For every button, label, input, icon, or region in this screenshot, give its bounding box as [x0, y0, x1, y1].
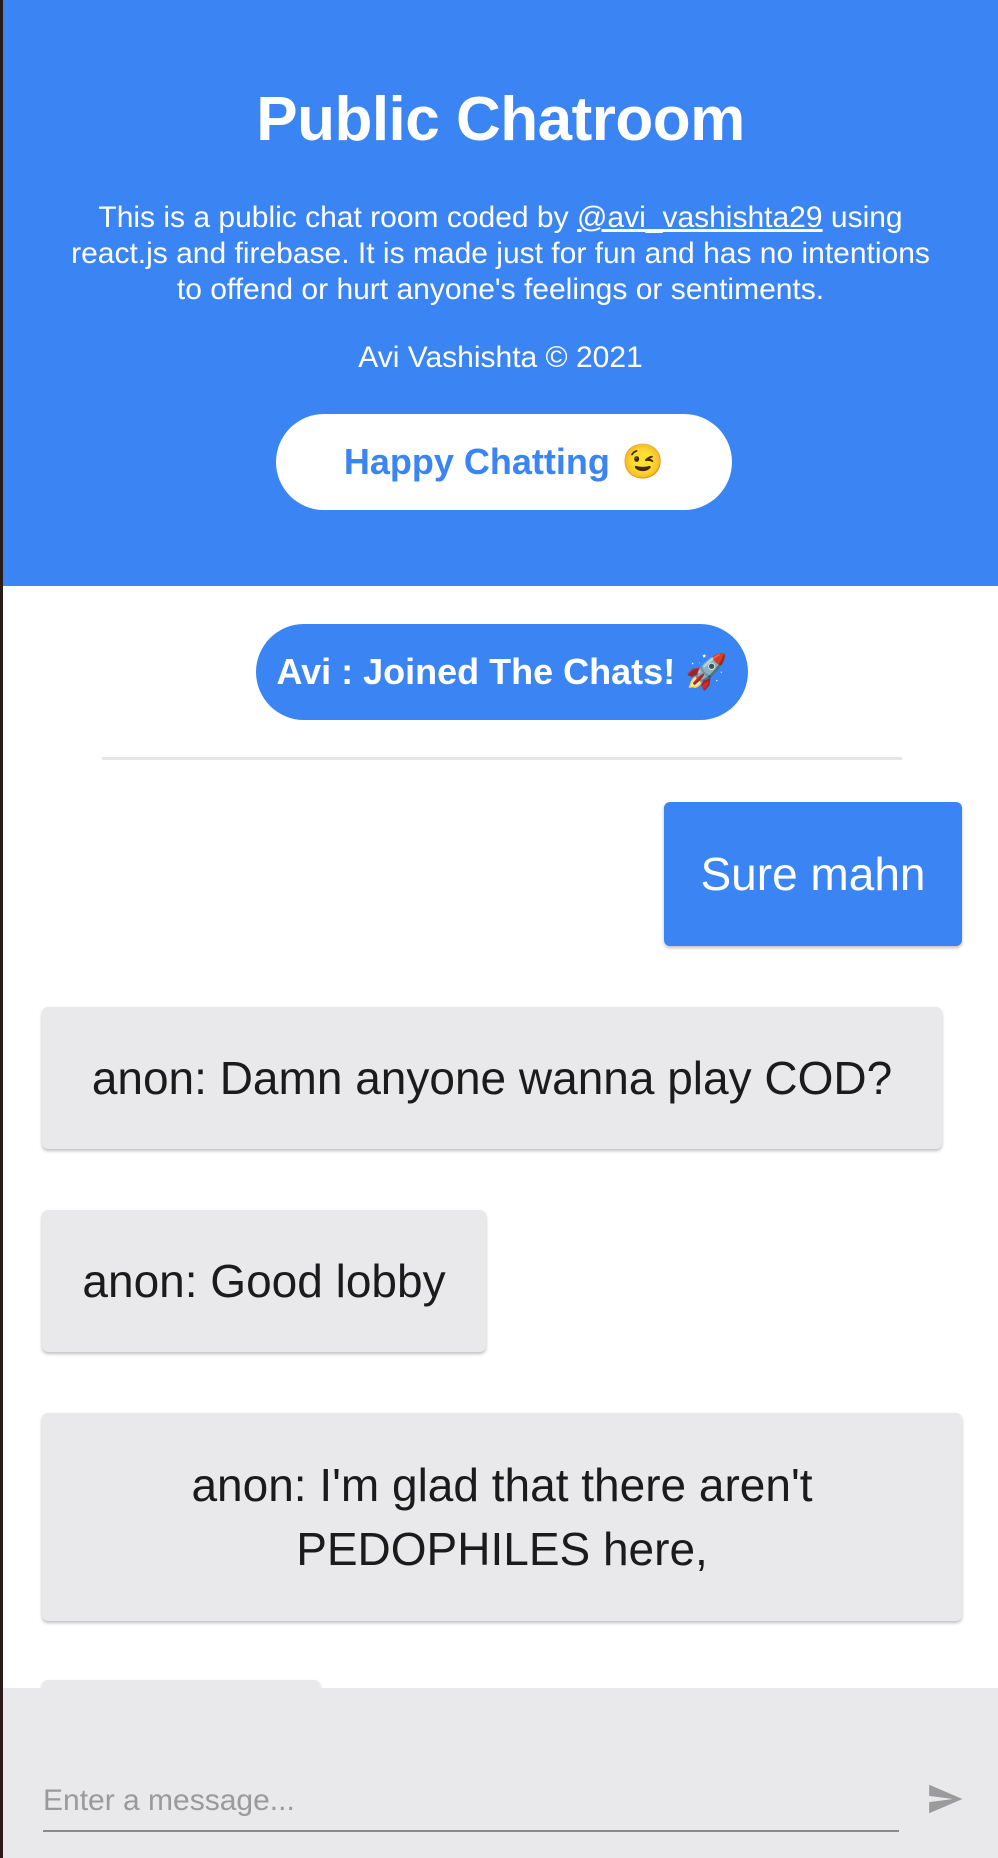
send-icon: [929, 1784, 963, 1814]
wink-emoji-icon: 😉: [621, 443, 665, 481]
joined-label: Avi : Joined The Chats!: [276, 651, 676, 692]
message-bubble-other: anon: I'm glad that there aren't PEDOPHI…: [42, 1413, 962, 1621]
happy-chatting-button[interactable]: Happy Chatting 😉: [276, 414, 732, 510]
happy-chatting-label: Happy Chatting: [343, 441, 610, 482]
message-bubble-self: Sure mahn: [664, 802, 962, 946]
send-button[interactable]: [919, 1774, 971, 1824]
header-description: This is a public chat room coded by @avi…: [63, 200, 938, 308]
joined-notice: Avi : Joined The Chats! 🚀: [256, 624, 748, 720]
author-link[interactable]: @avi_vashishta29: [577, 201, 823, 234]
message-input[interactable]: [43, 1772, 899, 1832]
message-composer: [3, 1688, 998, 1858]
message-text: anon: Good lobby: [82, 1255, 446, 1307]
message-text: anon: Damn anyone wanna play COD?: [91, 1052, 893, 1104]
message-bubble-other: anon: Damn anyone wanna play COD?: [42, 1007, 942, 1149]
chatroom-header: Public Chatroom This is a public chat ro…: [3, 0, 998, 586]
rocket-emoji-icon: 🚀: [685, 653, 728, 691]
description-before: This is a public chat room coded by: [98, 201, 577, 234]
chat-divider: [102, 757, 902, 760]
message-bubble-other: anon: Good lobby: [42, 1210, 486, 1352]
message-text: Sure mahn: [700, 848, 926, 900]
copyright-text: Avi Vashishta © 2021: [358, 341, 643, 374]
message-text: anon: I'm glad that there aren't PEDOPHI…: [191, 1459, 813, 1575]
page-title: Public Chatroom: [256, 85, 745, 154]
